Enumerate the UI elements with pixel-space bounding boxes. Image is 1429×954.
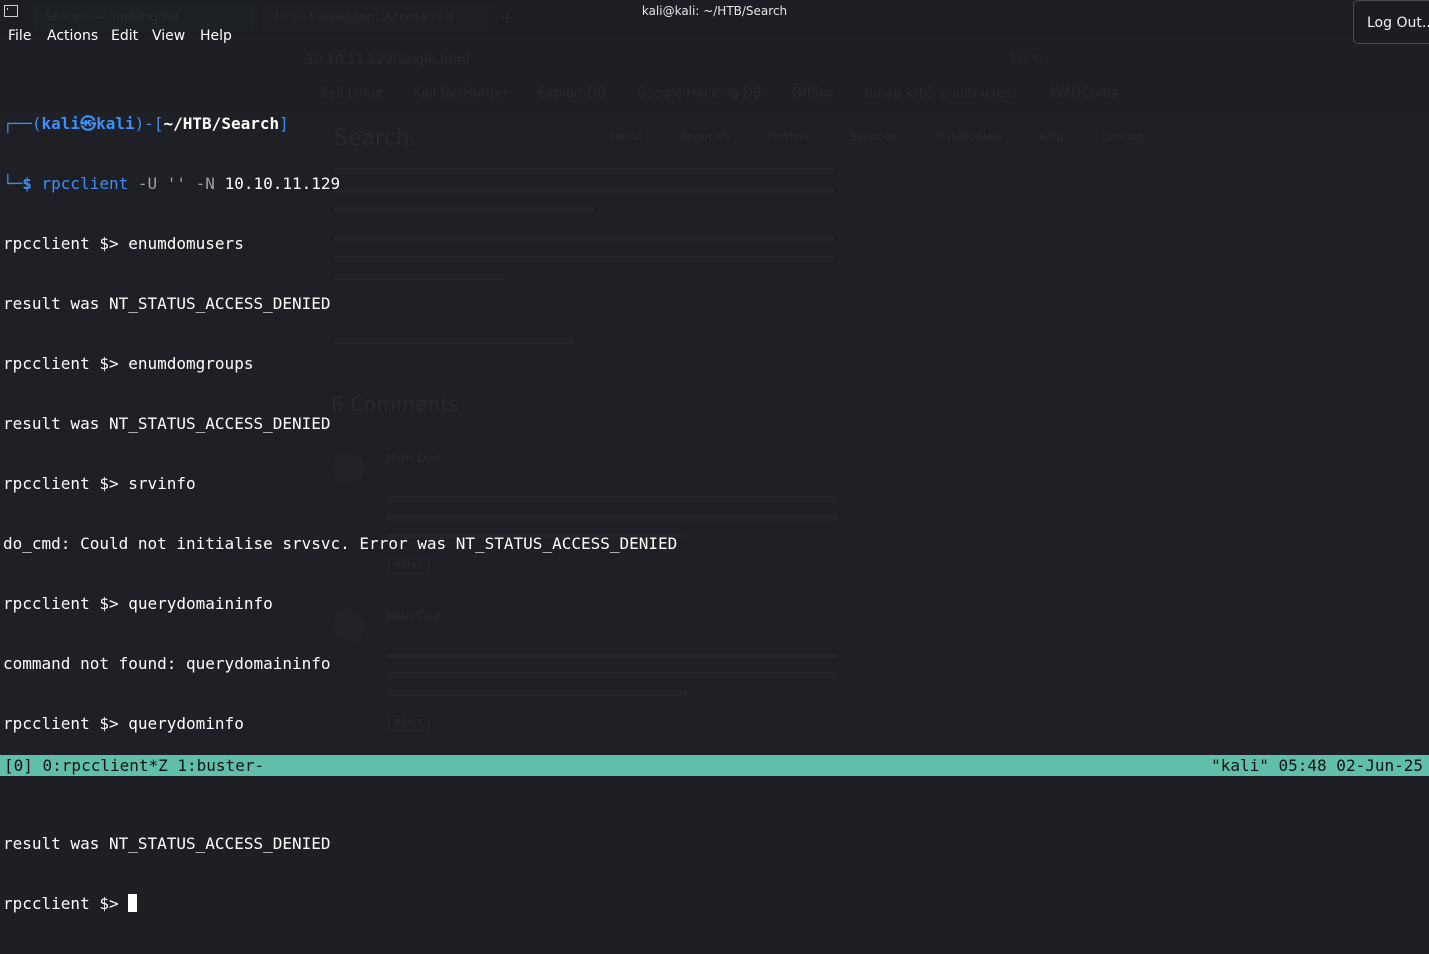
tmux-status-bar: [0] 0:rpcclient*Z 1:buster- "kali" 05:48… (0, 755, 1429, 776)
output-line: result was NT_STATUS_ACCESS_DENIED (3, 834, 331, 853)
prompt-at: ㉿ (80, 114, 97, 133)
command-name: rpcclient (41, 174, 129, 193)
prompt-mid: )-[ (134, 114, 164, 133)
window-title: kali@kali: ~/HTB/Search (641, 4, 788, 18)
text-cursor (128, 894, 138, 912)
prompt-path: ~/HTB/Search (163, 114, 280, 133)
menu-file[interactable]: File (8, 28, 31, 44)
terminal-window[interactable]: kali@kali: ~/HTB/Search File Actions Edi… (0, 0, 1429, 913)
prompt-line: ┌──(kali㉿kali)-[~/HTB/Search] (3, 114, 677, 134)
prompt-user: kali (41, 114, 81, 133)
terminal-content[interactable]: ┌──(kali㉿kali)-[~/HTB/Search] └─$ rpccli… (3, 74, 677, 954)
output-line: rpcclient $> enumdomgroups (3, 354, 254, 373)
command-target: 10.10.11.129 (224, 174, 341, 193)
output-line: command not found: querydomaininfo (3, 654, 331, 673)
command-line: └─$ rpcclient -U '' -N 10.10.11.129 (3, 174, 677, 194)
prompt-corner-top: ┌──( (3, 114, 42, 133)
prompt-host: kali (96, 114, 135, 133)
current-prompt-line[interactable]: rpcclient $> (3, 894, 677, 914)
output-line: result was NT_STATUS_ACCESS_DENIED (3, 294, 331, 313)
status-windows[interactable]: [0] 0:rpcclient*Z 1:buster- (4, 755, 264, 776)
output-line: rpcclient $> srvinfo (3, 474, 196, 493)
status-clock: "kali" 05:48 02-Jun-25 (1211, 756, 1423, 775)
menu-actions[interactable]: Actions (47, 28, 98, 44)
prompt-end: ] (279, 114, 289, 133)
logout-button[interactable]: Log Out... (1353, 0, 1429, 44)
current-prompt: rpcclient $> (3, 894, 129, 913)
command-args: -U '' -N (128, 174, 225, 193)
prompt-dollar: $ (22, 174, 42, 193)
output-line: result was NT_STATUS_ACCESS_DENIED (3, 414, 331, 433)
menu-view[interactable]: View (152, 28, 185, 44)
menu-help[interactable]: Help (200, 28, 232, 44)
output-line: rpcclient $> enumdomusers (3, 234, 244, 253)
prompt-corner-bottom: └─ (3, 174, 23, 193)
menu-edit[interactable]: Edit (111, 28, 138, 44)
output-line: rpcclient $> querydomaininfo (3, 594, 273, 613)
output-line: rpcclient $> querydominfo (3, 714, 244, 733)
title-bar[interactable]: kali@kali: ~/HTB/Search (0, 0, 1429, 24)
output-line: do_cmd: Could not initialise srvsvc. Err… (3, 534, 678, 553)
